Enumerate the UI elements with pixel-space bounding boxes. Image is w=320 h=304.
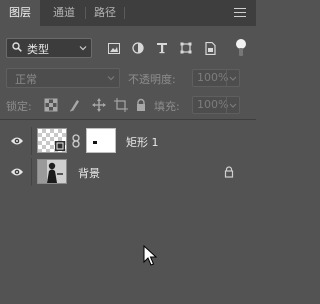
pixel-layer-filter-icon[interactable] [106,40,122,56]
smart-object-filter-icon[interactable] [202,40,218,56]
chain-link-icon[interactable] [71,134,81,148]
chevron-down-icon [79,46,87,51]
shape-thumbnail[interactable] [37,128,67,153]
eye-icon[interactable] [10,166,24,178]
lock-label: 锁定: [6,100,32,113]
tab-paths[interactable]: 路径 [86,0,124,26]
blend-row: 正常 不透明度: 100% [0,66,256,90]
shape-filter-icon[interactable] [178,40,194,56]
divider [0,119,256,120]
layer-name[interactable]: 背景 [78,165,100,181]
layer-name[interactable]: 矩形 1 [126,134,159,150]
fill-field[interactable]: 100% [192,96,240,114]
type-filter-icon[interactable] [154,40,170,56]
lock-transparent-icon[interactable] [44,98,58,112]
adjustment-filter-icon[interactable] [130,40,146,56]
lock-artboard-icon[interactable] [114,98,128,112]
lock-row: 锁定: 填充: 100% [0,92,256,118]
opacity-value: 100% [197,71,229,84]
layer-filter-row: 类型 [0,34,256,62]
blend-mode-select[interactable]: 正常 [6,68,120,88]
blend-mode-value: 正常 [15,73,37,86]
search-icon [12,42,22,52]
chevron-down-icon[interactable] [226,97,239,113]
column-separator [31,127,32,155]
hamburger-menu-icon[interactable] [234,8,246,18]
tab-layers[interactable]: 图层 [0,0,40,26]
opacity-field[interactable]: 100% [192,69,240,87]
lock-icon[interactable] [224,166,234,178]
mask-thumbnail[interactable] [86,128,116,153]
mouse-pointer-icon [143,245,157,266]
photo-figure-icon [38,160,66,183]
mask-mark [93,141,97,144]
filter-kind-label: 类型 [27,43,49,56]
chevron-down-icon [107,76,115,81]
panel-tab-bar: 图层 通道 路径 [0,0,256,26]
lock-position-icon[interactable] [92,98,106,112]
layer-row-shape[interactable]: 矩形 1 [0,127,256,155]
fill-label: 填充: [154,100,180,113]
fill-value: 100% [197,98,229,111]
chevron-down-icon[interactable] [226,70,239,86]
filter-kind-select[interactable]: 类型 [6,38,92,58]
tab-separator [124,7,125,19]
tab-channels[interactable]: 通道 [44,0,84,26]
filter-toggle[interactable] [236,39,246,57]
eye-icon[interactable] [10,135,24,147]
column-separator [31,158,32,186]
lock-image-icon[interactable] [68,98,82,112]
layer-row-background[interactable]: 背景 [0,158,256,186]
lock-all-icon[interactable] [134,98,148,112]
opacity-label: 不透明度: [128,73,176,86]
shape-layer-badge-icon [55,141,65,151]
background-thumbnail[interactable] [37,159,67,184]
